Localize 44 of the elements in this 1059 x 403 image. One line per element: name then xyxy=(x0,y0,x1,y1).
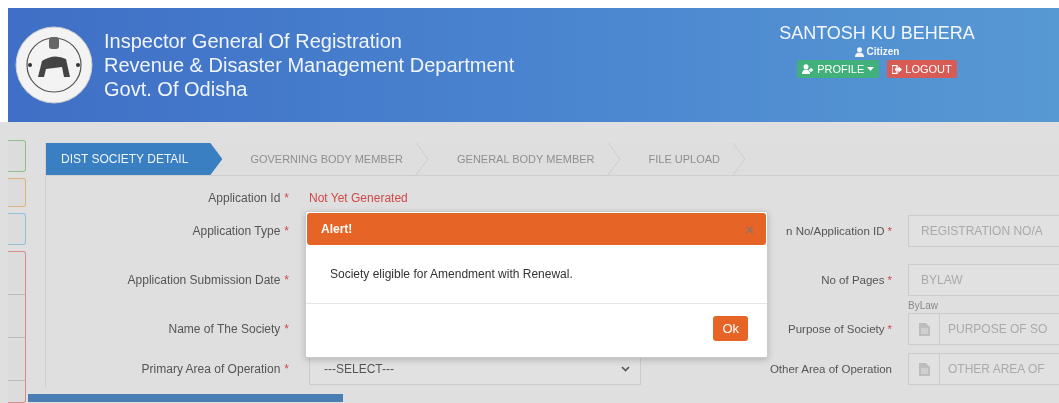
alert-message: Society eligible for Amendment with Renewal. xyxy=(306,246,767,304)
profile-button[interactable]: PROFILE xyxy=(797,60,880,78)
field-value: Not Yet Generated xyxy=(308,191,409,205)
close-button[interactable]: × xyxy=(745,220,754,238)
document-icon xyxy=(918,362,930,376)
field-label: Application Submission Date xyxy=(127,273,281,287)
required-mark: * xyxy=(284,362,289,376)
field-label: Other Area of Operation xyxy=(769,363,892,375)
required-mark: * xyxy=(887,225,892,237)
help-text: ByLaw xyxy=(908,300,938,311)
sidebar-card xyxy=(8,178,26,208)
required-mark: * xyxy=(887,274,892,286)
field-label: Application Id xyxy=(208,191,281,205)
field-label: No of Pages xyxy=(821,274,885,286)
step-tab[interactable]: GOVERNING BODY MEMBER xyxy=(222,143,429,175)
sidebar-card xyxy=(8,140,26,173)
user-role: Citizen xyxy=(866,46,900,57)
sidebar-card xyxy=(8,213,26,245)
field-label: Purpose of Society xyxy=(788,323,885,335)
required-mark: * xyxy=(284,322,289,336)
chevron-down-icon xyxy=(621,366,630,372)
ok-button[interactable]: Ok xyxy=(713,316,748,341)
step-tab[interactable]: DIST SOCIETY DETAIL xyxy=(46,143,223,175)
logout-button[interactable]: LOGOUT xyxy=(887,60,957,78)
required-mark: * xyxy=(284,224,289,238)
header-title: Govt. Of Odisha xyxy=(104,77,249,101)
header-title: Revenue & Disaster Management Department xyxy=(104,53,515,77)
dialog-title: Alert! xyxy=(321,222,353,236)
document-icon xyxy=(918,322,930,336)
field-label: Application Type xyxy=(192,224,281,238)
field-label: Name of The Society xyxy=(168,322,281,336)
step-tab[interactable]: FILE UPLOAD xyxy=(620,143,747,175)
required-mark: * xyxy=(887,323,892,335)
step-tab[interactable]: GENERAL BODY MEMBER xyxy=(429,143,621,175)
user-plus-icon xyxy=(802,64,815,74)
required-mark: * xyxy=(284,191,289,205)
user-icon xyxy=(854,46,864,57)
logout-icon xyxy=(892,64,903,74)
required-mark: * xyxy=(284,273,289,287)
user-name: SANTOSH KU BEHERA xyxy=(779,22,975,44)
field-label: Primary Area of Operation xyxy=(141,362,281,376)
header-title: Inspector General Of Registration xyxy=(104,29,403,53)
field-label: n No/Application ID xyxy=(786,225,885,237)
caret-icon xyxy=(867,67,875,71)
